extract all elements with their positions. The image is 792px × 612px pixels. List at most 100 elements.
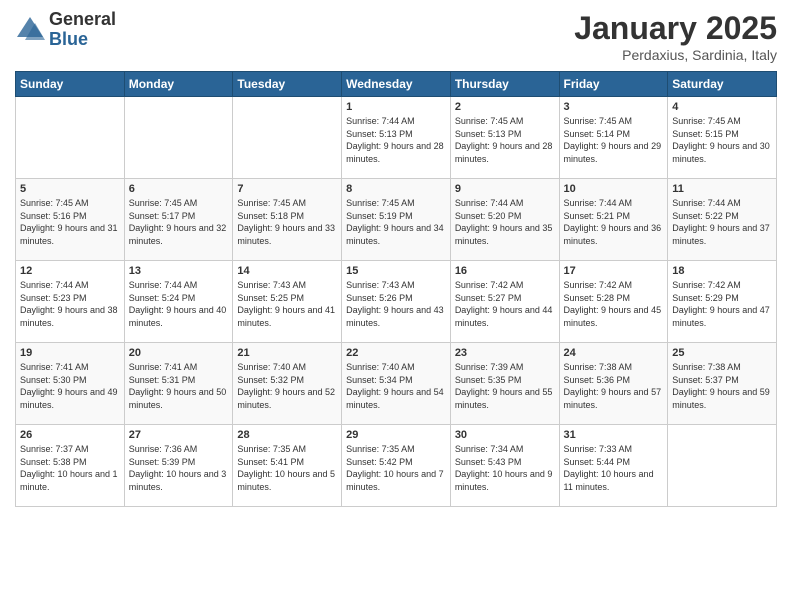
table-row: 15 Sunrise: 7:43 AMSunset: 5:26 PMDayligh…: [342, 261, 451, 343]
day-info: Sunrise: 7:35 AMSunset: 5:42 PMDaylight:…: [346, 443, 446, 493]
day-number: 20: [129, 347, 229, 359]
page-header: General Blue January 2025 Perdaxius, Sar…: [15, 10, 777, 63]
calendar-week-row: 1Sunrise: 7:44 AMSunset: 5:13 PMDaylight…: [16, 97, 777, 179]
header-wednesday: Wednesday: [342, 72, 451, 97]
logo-icon: [15, 15, 45, 45]
table-row: 20 Sunrise: 7:41 AMSunset: 5:31 PMDayligh…: [124, 343, 233, 425]
day-info: Sunrise: 7:45 AMSunset: 5:14 PMDaylight:…: [564, 115, 664, 165]
day-number: 23: [455, 347, 555, 359]
header-friday: Friday: [559, 72, 668, 97]
calendar-week-row: 26 Sunrise: 7:37 AMSunset: 5:38 PMDayligh…: [16, 425, 777, 507]
table-row: 11 Sunrise: 7:44 AMSunset: 5:22 PMDayligh…: [668, 179, 777, 261]
table-row: 8 Sunrise: 7:45 AMSunset: 5:19 PMDaylight…: [342, 179, 451, 261]
table-row: 28 Sunrise: 7:35 AMSunset: 5:41 PMDayligh…: [233, 425, 342, 507]
day-info: Sunrise: 7:44 AMSunset: 5:24 PMDaylight:…: [129, 279, 229, 329]
day-info: Sunrise: 7:42 AMSunset: 5:28 PMDaylight:…: [564, 279, 664, 329]
day-number: 9: [455, 183, 555, 195]
day-info: Sunrise: 7:43 AMSunset: 5:26 PMDaylight:…: [346, 279, 446, 329]
day-info: Sunrise: 7:44 AMSunset: 5:22 PMDaylight:…: [672, 197, 772, 247]
table-row: 22 Sunrise: 7:40 AMSunset: 5:34 PMDayligh…: [342, 343, 451, 425]
day-number: 25: [672, 347, 772, 359]
day-number: 4: [672, 101, 772, 113]
day-number: 22: [346, 347, 446, 359]
day-info: Sunrise: 7:44 AMSunset: 5:20 PMDaylight:…: [455, 197, 555, 247]
day-number: 1: [346, 101, 446, 113]
day-number: 10: [564, 183, 664, 195]
table-row: 14Sunrise: 7:43 AMSunset: 5:25 PMDayligh…: [233, 261, 342, 343]
day-number: 26: [20, 429, 120, 441]
calendar-header: Sunday Monday Tuesday Wednesday Thursday…: [16, 72, 777, 97]
day-number: 21: [237, 347, 337, 359]
day-info: Sunrise: 7:45 AMSunset: 5:13 PMDaylight:…: [455, 115, 555, 165]
table-row: 4Sunrise: 7:45 AMSunset: 5:15 PMDaylight…: [668, 97, 777, 179]
day-number: 11: [672, 183, 772, 195]
day-info: Sunrise: 7:38 AMSunset: 5:37 PMDaylight:…: [672, 361, 772, 411]
calendar-week-row: 12Sunrise: 7:44 AMSunset: 5:23 PMDayligh…: [16, 261, 777, 343]
logo: General Blue: [15, 10, 116, 50]
logo-blue: Blue: [49, 30, 116, 50]
day-info: Sunrise: 7:45 AMSunset: 5:17 PMDaylight:…: [129, 197, 229, 247]
table-row: 24 Sunrise: 7:38 AMSunset: 5:36 PMDayligh…: [559, 343, 668, 425]
day-number: 15: [346, 265, 446, 277]
logo-text: General Blue: [49, 10, 116, 50]
page-container: General Blue January 2025 Perdaxius, Sar…: [0, 0, 792, 612]
table-row: 9 Sunrise: 7:44 AMSunset: 5:20 PMDaylight…: [450, 179, 559, 261]
day-info: Sunrise: 7:44 AMSunset: 5:21 PMDaylight:…: [564, 197, 664, 247]
day-number: 29: [346, 429, 446, 441]
table-row: 29 Sunrise: 7:35 AMSunset: 5:42 PMDayligh…: [342, 425, 451, 507]
day-info: Sunrise: 7:41 AMSunset: 5:30 PMDaylight:…: [20, 361, 120, 411]
day-info: Sunrise: 7:42 AMSunset: 5:27 PMDaylight:…: [455, 279, 555, 329]
day-info: Sunrise: 7:36 AMSunset: 5:39 PMDaylight:…: [129, 443, 229, 493]
table-row: 7 Sunrise: 7:45 AMSunset: 5:18 PMDaylight…: [233, 179, 342, 261]
day-number: 30: [455, 429, 555, 441]
header-row: Sunday Monday Tuesday Wednesday Thursday…: [16, 72, 777, 97]
day-number: 13: [129, 265, 229, 277]
day-info: Sunrise: 7:39 AMSunset: 5:35 PMDaylight:…: [455, 361, 555, 411]
day-number: 31: [564, 429, 664, 441]
day-info: Sunrise: 7:35 AMSunset: 5:41 PMDaylight:…: [237, 443, 337, 493]
day-number: 18: [672, 265, 772, 277]
day-info: Sunrise: 7:45 AMSunset: 5:18 PMDaylight:…: [237, 197, 337, 247]
table-row: [16, 97, 125, 179]
table-row: 16Sunrise: 7:42 AMSunset: 5:27 PMDayligh…: [450, 261, 559, 343]
logo-general: General: [49, 10, 116, 30]
table-row: 30Sunrise: 7:34 AMSunset: 5:43 PMDayligh…: [450, 425, 559, 507]
table-row: 17 Sunrise: 7:42 AMSunset: 5:28 PMDayligh…: [559, 261, 668, 343]
table-row: 18 Sunrise: 7:42 AMSunset: 5:29 PMDayligh…: [668, 261, 777, 343]
table-row: 21 Sunrise: 7:40 AMSunset: 5:32 PMDayligh…: [233, 343, 342, 425]
day-number: 8: [346, 183, 446, 195]
day-info: Sunrise: 7:40 AMSunset: 5:32 PMDaylight:…: [237, 361, 337, 411]
day-number: 24: [564, 347, 664, 359]
month-title: January 2025: [574, 10, 777, 47]
table-row: 1Sunrise: 7:44 AMSunset: 5:13 PMDaylight…: [342, 97, 451, 179]
day-info: Sunrise: 7:41 AMSunset: 5:31 PMDaylight:…: [129, 361, 229, 411]
location-subtitle: Perdaxius, Sardinia, Italy: [574, 47, 777, 63]
table-row: [233, 97, 342, 179]
calendar-body: 1Sunrise: 7:44 AMSunset: 5:13 PMDaylight…: [16, 97, 777, 507]
header-monday: Monday: [124, 72, 233, 97]
day-number: 7: [237, 183, 337, 195]
header-thursday: Thursday: [450, 72, 559, 97]
table-row: [668, 425, 777, 507]
calendar-week-row: 19 Sunrise: 7:41 AMSunset: 5:30 PMDayligh…: [16, 343, 777, 425]
day-number: 17: [564, 265, 664, 277]
header-tuesday: Tuesday: [233, 72, 342, 97]
table-row: 26 Sunrise: 7:37 AMSunset: 5:38 PMDayligh…: [16, 425, 125, 507]
day-number: 19: [20, 347, 120, 359]
day-number: 3: [564, 101, 664, 113]
day-info: Sunrise: 7:38 AMSunset: 5:36 PMDaylight:…: [564, 361, 664, 411]
day-info: Sunrise: 7:40 AMSunset: 5:34 PMDaylight:…: [346, 361, 446, 411]
table-row: 23 Sunrise: 7:39 AMSunset: 5:35 PMDayligh…: [450, 343, 559, 425]
day-info: Sunrise: 7:42 AMSunset: 5:29 PMDaylight:…: [672, 279, 772, 329]
calendar-week-row: 5Sunrise: 7:45 AMSunset: 5:16 PMDaylight…: [16, 179, 777, 261]
day-info: Sunrise: 7:44 AMSunset: 5:23 PMDaylight:…: [20, 279, 120, 329]
table-row: 6Sunrise: 7:45 AMSunset: 5:17 PMDaylight…: [124, 179, 233, 261]
day-info: Sunrise: 7:37 AMSunset: 5:38 PMDaylight:…: [20, 443, 120, 493]
table-row: 19 Sunrise: 7:41 AMSunset: 5:30 PMDayligh…: [16, 343, 125, 425]
day-number: 28: [237, 429, 337, 441]
day-info: Sunrise: 7:33 AMSunset: 5:44 PMDaylight:…: [564, 443, 664, 493]
table-row: [124, 97, 233, 179]
table-row: 3 Sunrise: 7:45 AMSunset: 5:14 PMDaylight…: [559, 97, 668, 179]
table-row: 5Sunrise: 7:45 AMSunset: 5:16 PMDaylight…: [16, 179, 125, 261]
day-info: Sunrise: 7:45 AMSunset: 5:19 PMDaylight:…: [346, 197, 446, 247]
